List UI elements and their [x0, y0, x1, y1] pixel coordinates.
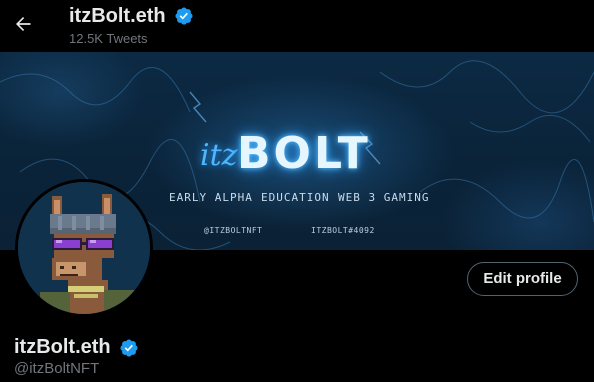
banner-logo-main: BOLT	[237, 128, 371, 179]
pixel-llama-avatar	[18, 182, 150, 314]
profile-handle: @itzBoltNFT	[14, 360, 100, 377]
header-display-name: itzBolt.eth	[69, 5, 166, 27]
avatar[interactable]	[15, 179, 153, 317]
edit-profile-button[interactable]: Edit profile	[467, 262, 578, 296]
banner-logo-prefix: itz	[200, 138, 238, 173]
banner-handle-twitter: @ITZBOLTNFT	[204, 226, 263, 235]
banner-tag-early-alpha: EARLY ALPHA	[169, 191, 253, 204]
back-button[interactable]	[8, 9, 38, 39]
banner-tag-web3-gaming: WEB 3 GAMING	[338, 191, 430, 204]
verified-badge-icon	[120, 339, 138, 357]
tweet-count: 12.5K Tweets	[69, 31, 148, 46]
banner-tag-education: EDUCATION	[261, 191, 330, 204]
arrow-left-icon	[16, 17, 31, 31]
profile-display-name: itzBolt.eth	[14, 336, 111, 358]
banner-handle-discord: ITZBOLT#4092	[311, 226, 375, 235]
profile-header: itzBolt.eth 12.5K Tweets	[0, 0, 594, 52]
verified-badge-icon	[175, 7, 193, 25]
